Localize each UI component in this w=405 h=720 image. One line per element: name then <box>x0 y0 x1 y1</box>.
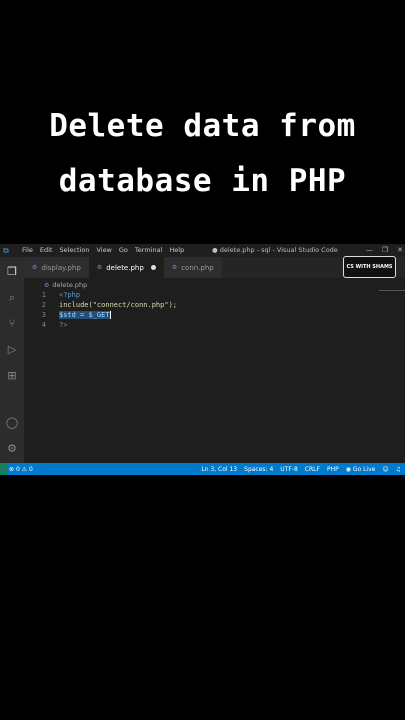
code-text: $std = $_GET <box>59 310 111 320</box>
breadcrumb-file: delete.php <box>52 281 88 289</box>
code-line: 4 ?> <box>24 320 405 330</box>
unsaved-dot-icon[interactable] <box>150 265 156 270</box>
line-number: 3 <box>41 311 46 319</box>
menu-terminal[interactable]: Terminal <box>135 246 162 255</box>
php-file-icon: ⚙ <box>44 282 50 289</box>
run-debug-icon[interactable]: ▷ <box>5 343 19 357</box>
menu-bar: File Edit Selection View Go Terminal Hel… <box>22 246 184 255</box>
status-left: ⊗ 0 ⚠ 0 <box>0 463 33 475</box>
encoding[interactable]: UTF-8 <box>280 466 298 473</box>
tab-display-php[interactable]: ⚙ display.php <box>24 257 89 278</box>
language-mode[interactable]: PHP <box>327 466 339 473</box>
code-line: 3 $std = $_GET <box>24 310 405 320</box>
tab-delete-php[interactable]: ⚙ delete.php <box>88 257 164 278</box>
warning-count[interactable]: 0 <box>29 466 33 473</box>
broadcast-icon: ◉ <box>345 465 353 473</box>
feedback-icon[interactable]: ☺ <box>382 466 388 473</box>
menu-view[interactable]: View <box>96 246 111 255</box>
source-control-icon[interactable]: ⑂ <box>5 317 19 331</box>
code-editor[interactable]: 1 <?php 2 include("connect/conn.php"); 3… <box>24 290 405 463</box>
php-file-icon: ⚙ <box>96 264 103 271</box>
tab-label: display.php <box>41 263 81 272</box>
line-number: 4 <box>41 321 46 329</box>
close-icon[interactable]: ✕ <box>397 245 403 255</box>
restore-icon[interactable]: ❐ <box>382 245 388 255</box>
code-text: <?php <box>59 291 81 299</box>
channel-watermark-logo: CS WITH SHAMS <box>343 256 396 278</box>
php-file-icon: ⚙ <box>32 264 38 271</box>
code-line: 2 include("connect/conn.php"); <box>24 300 405 310</box>
variable-token: $std = $_GET <box>59 311 110 319</box>
account-icon[interactable]: ◯ <box>5 416 19 430</box>
tab-conn-php[interactable]: ⚙ conn.php <box>163 257 222 278</box>
warning-icon: ⚠ <box>19 465 29 473</box>
line-number: 2 <box>41 301 46 309</box>
extensions-icon[interactable]: ⊞ <box>5 369 19 383</box>
search-icon[interactable]: ⌕ <box>5 291 19 305</box>
code-text: include("connect/conn.php"); <box>59 301 178 309</box>
text-cursor <box>109 311 111 319</box>
title-bar: ⧉ File Edit Selection View Go Terminal H… <box>0 244 405 257</box>
notifications-icon[interactable]: ♫ <box>396 466 401 473</box>
activity-bar: ❐ ⌕ ⑂ ▷ ⊞ ◯ ⚙ <box>0 257 24 463</box>
php-file-icon: ⚙ <box>171 264 178 271</box>
menu-selection[interactable]: Selection <box>59 246 89 255</box>
menu-go[interactable]: Go <box>119 246 128 255</box>
remote-indicator[interactable] <box>0 463 7 475</box>
menu-help[interactable]: Help <box>169 246 184 255</box>
minimize-icon[interactable]: — <box>366 245 373 255</box>
status-right: Ln 3, Col 13 Spaces: 4 UTF-8 CRLF PHP ◉ … <box>201 463 401 475</box>
line-number: 1 <box>41 291 46 299</box>
breadcrumb[interactable]: ⚙ delete.php <box>44 281 87 289</box>
explorer-icon[interactable]: ❐ <box>5 265 19 279</box>
vscode-logo-icon: ⧉ <box>3 246 9 255</box>
menu-file[interactable]: File <box>22 246 33 255</box>
headline-line-1: Delete data from <box>49 108 356 144</box>
go-live-button[interactable]: ◉ Go Live <box>346 466 376 473</box>
window-controls: — ❐ ✕ <box>366 245 403 255</box>
indentation[interactable]: Spaces: 4 <box>244 466 273 473</box>
code-line: 1 <?php <box>24 290 405 300</box>
error-icon: ⊗ <box>9 465 16 473</box>
status-bar: ⊗ 0 ⚠ 0 Ln 3, Col 13 Spaces: 4 UTF-8 CRL… <box>0 463 405 475</box>
settings-icon[interactable]: ⚙ <box>5 442 19 456</box>
cursor-position[interactable]: Ln 3, Col 13 <box>201 466 237 473</box>
headline-line-2: database in PHP <box>58 163 347 199</box>
menu-edit[interactable]: Edit <box>40 246 53 255</box>
line-ending[interactable]: CRLF <box>305 466 320 473</box>
vscode-window: ⧉ File Edit Selection View Go Terminal H… <box>0 244 405 475</box>
tab-label: conn.php <box>181 263 214 272</box>
window-title: ● delete.php - sql - Visual Studio Code <box>212 246 338 254</box>
go-live-label: Go Live <box>352 465 376 473</box>
tab-label: delete.php <box>106 263 144 272</box>
code-text: ?> <box>59 321 68 329</box>
